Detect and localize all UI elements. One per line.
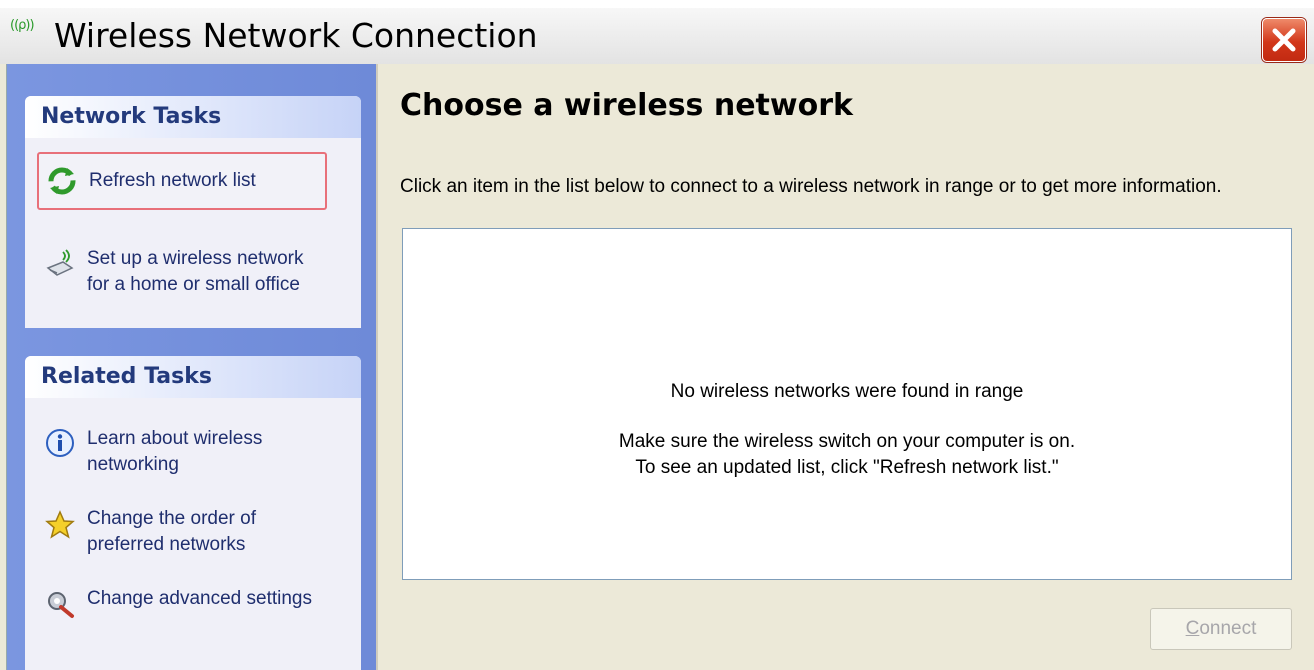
change-advanced-settings-label: Change advanced settings <box>87 588 312 609</box>
change-preferred-networks-order-link[interactable]: Change the order of preferred networks <box>37 506 327 562</box>
list-help-line-1: Make sure the wireless switch on your co… <box>618 431 1076 452</box>
close-button[interactable] <box>1262 18 1306 62</box>
change-advanced-settings-link[interactable]: Change advanced settings <box>37 586 327 642</box>
setup-wireless-network-label: Set up a wireless network for a home or … <box>87 248 304 295</box>
wireless-setup-icon <box>45 248 75 278</box>
wireless-signal-icon: ((ρ)) <box>10 18 35 33</box>
cropped-banner-text <box>0 0 1314 8</box>
info-icon <box>45 428 75 458</box>
related-tasks-group: Related Tasks Learn about wireless netwo… <box>25 356 361 670</box>
main-panel: Choose a wireless network Click an item … <box>378 64 1314 670</box>
star-icon <box>45 510 75 540</box>
network-tasks-group: Network Tasks Refresh network list Set u… <box>25 96 361 328</box>
window-body: Network Tasks Refresh network list Set u… <box>0 64 1314 670</box>
list-help-text: Make sure the wireless switch on your co… <box>403 429 1291 481</box>
task-pane: Network Tasks Refresh network list Set u… <box>6 64 377 670</box>
learn-wireless-networking-link[interactable]: Learn about wireless networking <box>37 426 327 482</box>
window-title: Wireless Network Connection <box>54 16 538 55</box>
refresh-network-list-label: Refresh network list <box>89 170 256 191</box>
learn-wireless-networking-label: Learn about wireless networking <box>87 428 263 475</box>
page-title: Choose a wireless network <box>400 88 853 123</box>
instructions-text: Click an item in the list below to conne… <box>400 176 1222 197</box>
no-networks-message: No wireless networks were found in range <box>670 381 1024 402</box>
refresh-network-list-link[interactable]: Refresh network list <box>37 152 327 210</box>
list-help-line-2: To see an updated list, click "Refresh n… <box>635 457 1059 478</box>
settings-icon <box>45 590 75 620</box>
connect-button[interactable]: Connect <box>1150 608 1292 650</box>
setup-wireless-network-link[interactable]: Set up a wireless network for a home or … <box>37 246 327 306</box>
connect-label-rest: onnect <box>1199 618 1257 639</box>
wireless-network-list[interactable]: No wireless networks were found in range… <box>402 228 1292 580</box>
connect-access-key: C <box>1185 618 1200 639</box>
change-preferred-networks-order-label: Change the order of preferred networks <box>87 508 257 555</box>
refresh-icon <box>47 166 77 196</box>
related-tasks-header[interactable]: Related Tasks <box>25 356 361 398</box>
close-icon <box>1272 28 1296 52</box>
title-bar[interactable]: ((ρ)) Wireless Network Connection <box>0 8 1314 64</box>
network-tasks-header[interactable]: Network Tasks <box>25 96 361 138</box>
